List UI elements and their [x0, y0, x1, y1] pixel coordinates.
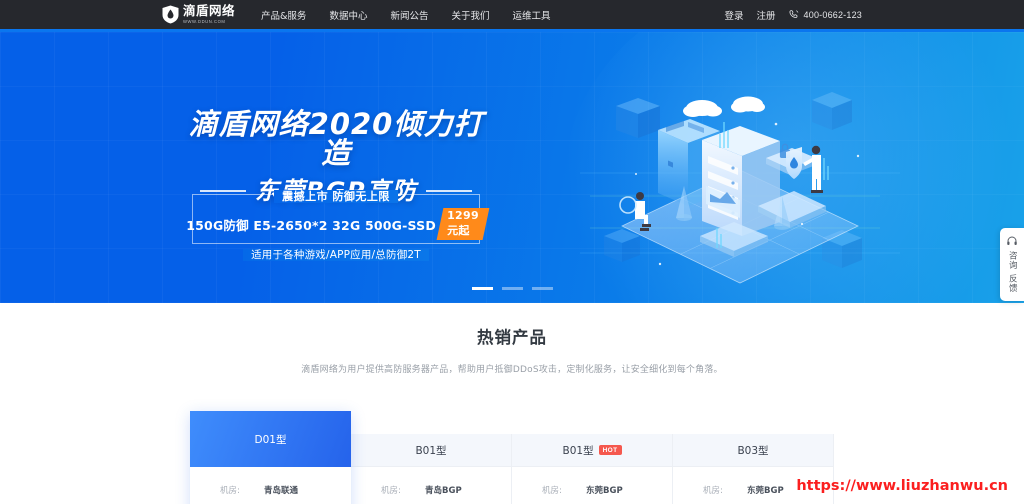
nav-links: 产品&服务 数据中心 新闻公告 关于我们 运维工具	[261, 8, 550, 22]
register-link[interactable]: 注册	[757, 8, 776, 22]
spec-value-room: 东莞BGP	[586, 486, 623, 496]
product-spec-row-room: 机房: 青岛BGP	[351, 479, 511, 501]
product-card-body: 机房: 青岛联通 CPU: E5-2650*2 内存: 32G	[190, 467, 351, 504]
shield-droplet-logo-icon	[162, 5, 179, 24]
product-card-header: B03型	[673, 434, 833, 467]
spec-value-room: 青岛BGP	[425, 486, 462, 496]
spec-label-room: 机房:	[703, 486, 723, 496]
product-card[interactable]: D01型 机房: 青岛联通 CPU: E5-2650*2 内存: 32G	[190, 411, 351, 504]
hotline-number: 400-0662-123	[803, 9, 862, 20]
hero-spec-footer-wrap: 适用于各种游戏/APP应用/总防御2T	[193, 245, 479, 263]
product-card-title: D01型	[254, 433, 287, 446]
logo-name-cn: 滴盾网络	[183, 3, 236, 19]
nav-item-about[interactable]: 关于我们	[451, 8, 489, 22]
hero-spec-heading: 震撼上市 防御无上限	[274, 190, 398, 203]
nav-item-datacenter[interactable]: 数据中心	[329, 8, 367, 22]
hero-illustration	[580, 78, 900, 303]
product-card[interactable]: B01型 HOT 机房: 东莞BGP CPU: E5-2650*2 内存: 32…	[512, 434, 673, 504]
spec-value-room: 青岛联通	[264, 486, 299, 496]
isometric-datacenter-illustration	[580, 92, 900, 284]
logo-name-en: WWW.DDUN.COM	[183, 18, 226, 24]
carousel-dot-3[interactable]	[531, 287, 553, 290]
hero-price-badge-text: 1299元起	[447, 209, 479, 237]
product-card-title: B01型	[562, 444, 594, 457]
hero-banner: 滴盾网络2020倾力打造 东莞BGP高防 震撼上市 防御无上限 150G防御 E…	[0, 32, 1024, 303]
hero-spec-heading-wrap: 震撼上市 防御无上限	[193, 187, 479, 205]
hero-carousel-indicators	[0, 287, 1024, 290]
logo-text-block: 滴盾网络 WWW.DDUN.COM	[183, 5, 235, 24]
hotline-group[interactable]: 400-0662-123	[789, 9, 862, 20]
spec-label-room: 机房:	[381, 486, 401, 496]
product-card[interactable]: B01型 机房: 青岛BGP CPU: E5-2650*2 内存: 32G	[351, 434, 512, 504]
product-card-row: D01型 机房: 青岛联通 CPU: E5-2650*2 内存: 32G	[190, 411, 834, 504]
feedback-label[interactable]: 反馈	[1007, 274, 1017, 293]
nav-item-products[interactable]: 产品&服务	[261, 8, 306, 22]
carousel-dot-1[interactable]	[471, 287, 493, 290]
nav-item-tools[interactable]: 运维工具	[512, 8, 550, 22]
hero-spec-text: 150G防御 E5-2650*2 32G 500G-SSD	[186, 217, 436, 233]
hot-badge: HOT	[598, 445, 622, 455]
product-card-header: B01型	[351, 434, 511, 467]
product-card-body: 机房: 青岛BGP CPU: E5-2650*2 内存: 32G	[351, 467, 511, 504]
product-spec-row-room: 机房: 青岛联通	[190, 479, 351, 501]
hero-price-badge[interactable]: 1299元起	[436, 208, 490, 240]
hero-spec-box: 震撼上市 防御无上限 150G防御 E5-2650*2 32G 500G-SSD…	[186, 190, 490, 261]
top-navigation-bar: 滴盾网络 WWW.DDUN.COM 产品&服务 数据中心 新闻公告 关于我们 运…	[0, 0, 1024, 32]
spec-value-room: 东莞BGP	[747, 486, 784, 496]
headset-icon	[1007, 236, 1017, 245]
nav-inner: 滴盾网络 WWW.DDUN.COM 产品&服务 数据中心 新闻公告 关于我们 运…	[162, 0, 862, 31]
hot-products-section: 热销产品 滴盾网络为用户提供高防服务器产品，帮助用户抵御DDoS攻击，定制化服务…	[0, 303, 1024, 504]
login-link[interactable]: 登录	[725, 8, 744, 22]
carousel-dot-2[interactable]	[501, 287, 523, 290]
spec-label-room: 机房:	[542, 486, 562, 496]
hero-title-line1: 滴盾网络2020倾力打造	[188, 107, 484, 170]
spec-label-room: 机房:	[220, 486, 240, 496]
site-watermark: https://www.liuzhanwu.cn	[796, 478, 1008, 494]
product-spec-row-room: 机房: 东莞BGP	[512, 479, 672, 501]
nav-item-news[interactable]: 新闻公告	[390, 8, 428, 22]
nav-right-group: 登录 注册 400-0662-123	[725, 8, 862, 22]
site-logo[interactable]: 滴盾网络 WWW.DDUN.COM	[162, 5, 235, 24]
section-title: 热销产品	[477, 328, 547, 347]
hero-spec-main: 150G防御 E5-2650*2 32G 500G-SSD 1299元起	[186, 208, 490, 240]
page-root: 滴盾网络 WWW.DDUN.COM 产品&服务 数据中心 新闻公告 关于我们 运…	[0, 0, 1024, 504]
floating-service-widget[interactable]: 咨询 反馈	[1000, 228, 1024, 301]
hero-spec-footer: 适用于各种游戏/APP应用/总防御2T	[243, 249, 429, 261]
product-card-title: B01型	[415, 444, 447, 457]
product-card-title: B03型	[737, 444, 769, 457]
phone-icon	[789, 10, 798, 18]
product-card-header: B01型 HOT	[512, 434, 672, 467]
section-subtitle: 滴盾网络为用户提供高防服务器产品，帮助用户抵御DDoS攻击，定制化服务，让安全细…	[301, 365, 723, 375]
product-card-body: 机房: 东莞BGP CPU: E5-2650*2 内存: 32G	[512, 467, 672, 504]
consult-label[interactable]: 咨询	[1007, 251, 1017, 270]
product-card-header: D01型	[190, 411, 351, 467]
